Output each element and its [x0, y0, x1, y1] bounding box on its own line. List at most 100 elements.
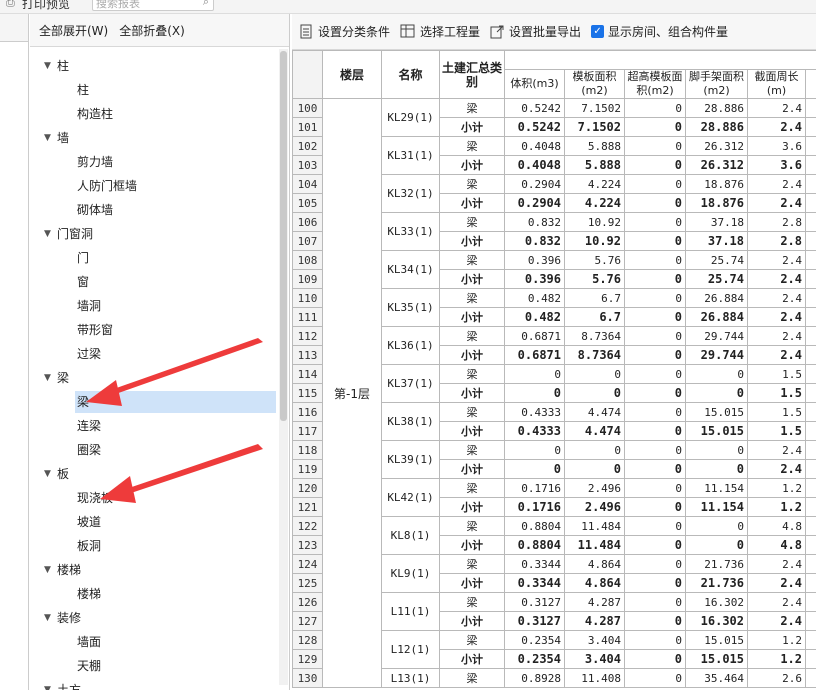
category-cell[interactable]: 梁	[439, 478, 505, 498]
value-cell[interactable]: 28.886	[685, 98, 748, 118]
value-cell[interactable]	[804, 478, 816, 498]
value-cell[interactable]: 0	[624, 478, 686, 498]
value-cell[interactable]: 0.482	[504, 288, 565, 308]
chevron-down-icon[interactable]: ▼	[44, 127, 51, 149]
value-cell[interactable]	[804, 269, 816, 289]
category-cell[interactable]: 梁	[439, 326, 505, 346]
value-cell[interactable]	[804, 345, 816, 365]
value-cell[interactable]	[804, 98, 816, 118]
value-cell[interactable]: 0	[624, 117, 686, 137]
row-number[interactable]: 117	[292, 421, 323, 441]
component-name-cell[interactable]: KL29(1)	[381, 98, 440, 137]
chevron-down-icon[interactable]: ▼	[44, 559, 51, 581]
value-cell[interactable]	[804, 231, 816, 251]
category-cell[interactable]: 小计	[439, 155, 505, 175]
value-cell[interactable]: 2.4	[747, 250, 806, 270]
value-cell[interactable]: 8.7364	[564, 345, 625, 365]
category-cell[interactable]: 小计	[439, 193, 505, 213]
value-cell[interactable]: 10.92	[564, 212, 625, 232]
value-cell[interactable]: 3.404	[564, 649, 625, 669]
value-cell[interactable]: 2.4	[747, 554, 806, 574]
value-cell[interactable]: 4.287	[564, 592, 625, 612]
value-cell[interactable]: 4.8	[747, 535, 806, 555]
row-number[interactable]: 102	[292, 136, 323, 156]
tree-item[interactable]: 构造柱	[30, 103, 276, 125]
tree-item[interactable]: 圈梁	[30, 439, 276, 461]
tree-item[interactable]: 过梁	[30, 343, 276, 365]
value-cell[interactable]: 0.5242	[504, 98, 565, 118]
value-cell[interactable]: 37.18	[685, 231, 748, 251]
value-cell[interactable]: 2.8	[747, 231, 806, 251]
chevron-down-icon[interactable]: ▼	[44, 367, 51, 389]
value-cell[interactable]: 2.4	[747, 326, 806, 346]
category-cell[interactable]: 小计	[439, 231, 505, 251]
category-cell[interactable]: 小计	[439, 117, 505, 137]
value-cell[interactable]: 0	[564, 459, 625, 479]
value-cell[interactable]: 0.3344	[504, 554, 565, 574]
value-cell[interactable]: 1.5	[747, 364, 806, 384]
value-cell[interactable]	[804, 174, 816, 194]
component-name-cell[interactable]: L11(1)	[381, 592, 440, 631]
tree-item[interactable]: 天棚	[30, 655, 276, 677]
value-cell[interactable]: 0	[685, 383, 748, 403]
tree-item[interactable]: 现浇板	[30, 487, 276, 509]
row-number[interactable]: 129	[292, 649, 323, 669]
tree-item[interactable]: 板洞	[30, 535, 276, 557]
tree-group[interactable]: ▼ 土方	[30, 679, 276, 690]
expand-all-button[interactable]: 全部展开(W)	[39, 22, 108, 39]
value-cell[interactable]: 26.312	[685, 136, 748, 156]
tree-item[interactable]: 门	[30, 247, 276, 269]
value-cell[interactable]: 2.496	[564, 497, 625, 517]
category-cell[interactable]: 小计	[439, 611, 505, 631]
component-name-cell[interactable]: KL31(1)	[381, 136, 440, 175]
category-cell[interactable]: 梁	[439, 98, 505, 118]
row-number[interactable]: 110	[292, 288, 323, 308]
component-name-cell[interactable]: KL37(1)	[381, 364, 440, 403]
component-name-cell[interactable]: KL42(1)	[381, 478, 440, 517]
value-cell[interactable]: 0	[624, 326, 686, 346]
value-cell[interactable]: 0	[624, 231, 686, 251]
value-cell[interactable]: 0	[624, 174, 686, 194]
value-cell[interactable]: 4.287	[564, 611, 625, 631]
value-cell[interactable]: 37.18	[685, 212, 748, 232]
component-name-cell[interactable]: KL36(1)	[381, 326, 440, 365]
value-cell[interactable]: 0	[624, 364, 686, 384]
checkbox-checked-icon[interactable]: ✓	[591, 25, 605, 38]
component-name-cell[interactable]: KL33(1)	[381, 212, 440, 251]
value-cell[interactable]: 0	[624, 554, 686, 574]
report-search-input[interactable]: 搜索报表 ⌕	[92, 0, 214, 11]
row-number[interactable]: 122	[292, 516, 323, 536]
row-number[interactable]: 130	[292, 668, 323, 688]
row-number[interactable]: 127	[292, 611, 323, 631]
category-cell[interactable]: 小计	[439, 649, 505, 669]
value-cell[interactable]	[804, 326, 816, 346]
value-cell[interactable]	[804, 117, 816, 137]
value-cell[interactable]	[804, 630, 816, 650]
value-cell[interactable]: 15.015	[685, 630, 748, 650]
value-cell[interactable]: 1.2	[747, 649, 806, 669]
value-cell[interactable]: 0.8804	[504, 535, 565, 555]
category-cell[interactable]: 梁	[439, 174, 505, 194]
category-cell[interactable]: 小计	[439, 345, 505, 365]
search-icon[interactable]: ⌕	[203, 0, 209, 9]
category-cell[interactable]: 小计	[439, 269, 505, 289]
row-number[interactable]: 101	[292, 117, 323, 137]
value-cell[interactable]	[804, 155, 816, 175]
value-cell[interactable]: 2.4	[747, 611, 806, 631]
value-cell[interactable]: 0	[685, 459, 748, 479]
value-cell[interactable]: 4.864	[564, 573, 625, 593]
value-cell[interactable]: 2.8	[747, 212, 806, 232]
value-cell[interactable]: 11.154	[685, 497, 748, 517]
tree-group[interactable]: ▼ 门窗洞	[30, 223, 276, 245]
category-cell[interactable]: 小计	[439, 307, 505, 327]
value-cell[interactable]: 0	[685, 440, 748, 460]
row-number[interactable]: 119	[292, 459, 323, 479]
col-floor[interactable]: 楼层	[322, 50, 382, 99]
value-cell[interactable]: 18.876	[685, 193, 748, 213]
value-cell[interactable]: 0.396	[504, 250, 565, 270]
value-cell[interactable]: 0.832	[504, 212, 565, 232]
value-cell[interactable]: 0.4048	[504, 155, 565, 175]
print-preview-button[interactable]: 打印预览	[22, 0, 70, 12]
row-number[interactable]: 113	[292, 345, 323, 365]
value-cell[interactable]: 0.6871	[504, 326, 565, 346]
